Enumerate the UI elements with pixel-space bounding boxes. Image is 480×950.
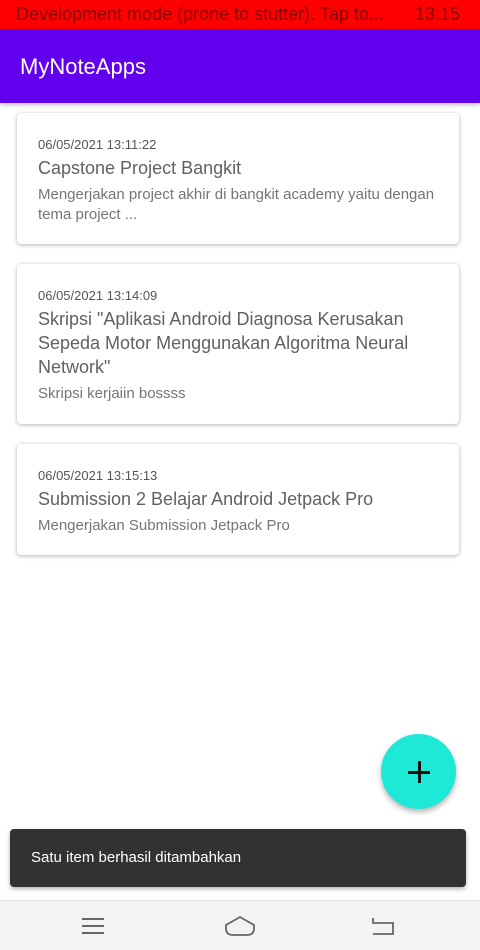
plus-icon	[407, 760, 430, 783]
note-title: Submission 2 Belajar Android Jetpack Pro	[38, 489, 374, 509]
app-screen: Development mode (prone to stutter). Tap…	[0, 0, 480, 950]
note-date: 06/05/2021 13:11:22	[38, 137, 157, 152]
app-bar: MyNoteApps	[0, 29, 480, 103]
note-date: 06/05/2021 13:14:09	[38, 288, 158, 303]
note-title: Capstone Project Bangkit	[38, 158, 242, 178]
system-navigation-bar	[0, 900, 480, 950]
home-icon[interactable]	[223, 914, 257, 938]
note-description: Mengerjakan Submission Jetpack Pro	[38, 517, 290, 534]
note-title: Skripsi "Aplikasi Android Diagnosa Kerus…	[38, 309, 409, 377]
back-icon[interactable]	[369, 914, 399, 938]
snackbar: Satu item berhasil ditambahkan	[10, 829, 466, 887]
status-time: 13:15	[414, 4, 460, 24]
menu-icon[interactable]	[78, 914, 108, 938]
snackbar-message: Satu item berhasil ditambahkan	[31, 849, 242, 866]
note-card[interactable]: 06/05/2021 13:14:09 Skripsi "Aplikasi An…	[17, 264, 459, 424]
add-note-button[interactable]	[381, 734, 456, 809]
dev-mode-message: Development mode (prone to stutter). Tap…	[16, 4, 384, 24]
app-title: MyNoteApps	[20, 54, 146, 79]
dev-mode-banner[interactable]: Development mode (prone to stutter). Tap…	[0, 0, 480, 29]
note-card[interactable]: 06/05/2021 13:11:22 Capstone Project Ban…	[17, 113, 459, 244]
note-description: Mengerjakan project akhir di bangkit aca…	[38, 186, 435, 223]
note-description: Skripsi kerjaiin bossss	[38, 385, 186, 402]
note-date: 06/05/2021 13:15:13	[38, 468, 158, 483]
note-card[interactable]: 06/05/2021 13:15:13 Submission 2 Belajar…	[17, 444, 459, 555]
